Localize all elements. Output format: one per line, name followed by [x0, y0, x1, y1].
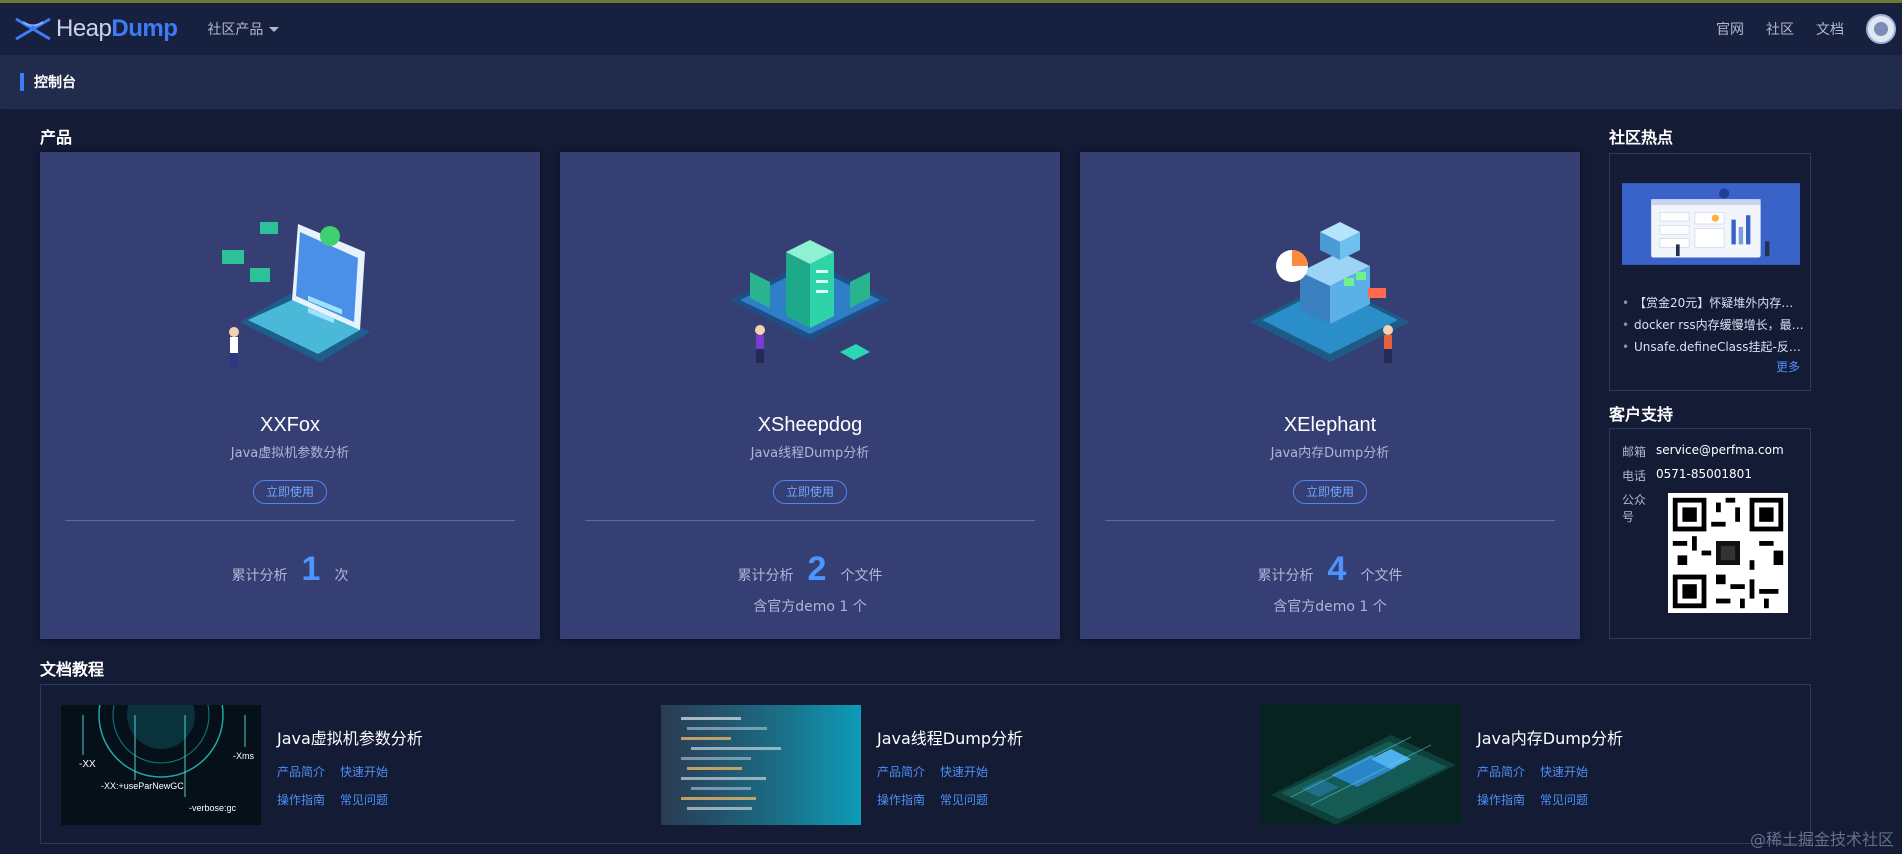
support-phone-row: 电话 0571-85001801 — [1622, 467, 1752, 484]
logo-text-heap: Heap — [56, 15, 112, 42]
stat-prefix: 累计分析 — [1257, 568, 1314, 584]
logo-mark-icon — [15, 17, 51, 41]
support-email-row: 邮箱 service@perfma.com — [1622, 443, 1784, 460]
database-illustration-icon — [1250, 222, 1410, 363]
card-divider — [585, 520, 1035, 521]
doc-title[interactable]: Java线程Dump分析 — [877, 725, 1023, 749]
card-divider — [65, 520, 515, 521]
nav-link-docs[interactable]: 文档 — [1816, 19, 1844, 39]
community-products-label: 社区产品 — [207, 22, 264, 38]
community-hot-panel: 【赏金20元】怀疑堆外内存泄漏，烦请... docker rss内存缓慢增长，最… — [1609, 153, 1811, 391]
nav-link-community[interactable]: 社区 — [1766, 19, 1794, 39]
doc-title[interactable]: Java虚拟机参数分析 — [277, 725, 423, 749]
heapdump-logo[interactable]: HeapDump — [14, 15, 178, 43]
card-divider — [1105, 520, 1555, 521]
more-link[interactable]: 更多 — [1776, 358, 1800, 375]
phone-value: 0571-85001801 — [1656, 467, 1752, 481]
support-title: 客户支持 — [1609, 405, 1674, 424]
hot-topic-item[interactable]: docker rss内存缓慢增长，最终导致tomc... — [1620, 314, 1804, 336]
thumb-label-verbose: -verbose:gc — [189, 803, 237, 813]
product-description: Java虚拟机参数分析 — [230, 446, 350, 461]
community-hot-list: 【赏金20元】怀疑堆外内存泄漏，烦请... docker rss内存缓慢增长，最… — [1620, 292, 1804, 358]
doc-link-quickstart[interactable]: 快速开始 — [340, 763, 388, 780]
nav-link-official-site[interactable]: 官网 — [1716, 19, 1744, 39]
hot-topic-item[interactable]: 【赏金20元】怀疑堆外内存泄漏，烦请... — [1620, 292, 1804, 314]
user-avatar[interactable] — [1866, 14, 1896, 44]
caret-down-icon — [269, 26, 280, 32]
docs-section-title: 文档教程 — [40, 660, 105, 679]
breadcrumb-marker — [20, 73, 24, 91]
stat-prefix: 累计分析 — [737, 568, 794, 584]
doc-link-intro[interactable]: 产品简介 — [877, 763, 925, 780]
products-section-title: 产品 — [40, 128, 73, 147]
wechat-qr-code — [1668, 493, 1788, 613]
support-wechat-row: 公众号 — [1622, 491, 1656, 525]
doc-link-intro[interactable]: 产品简介 — [277, 763, 325, 780]
doc-thumbnail-jvm[interactable]: -XX -Xms -XX:+useParNewGC -verbose:gc — [61, 705, 261, 825]
stat-count: 4 — [1327, 550, 1347, 588]
doc-link-quickstart[interactable]: 快速开始 — [940, 763, 988, 780]
email-label: 邮箱 — [1622, 445, 1647, 459]
top-navbar: HeapDump 社区产品 官网 社区 文档 — [0, 3, 1902, 55]
product-card-xxfox: XXFox Java虚拟机参数分析 立即使用 累计分析 1 次 — [40, 152, 540, 639]
page-title: 控制台 — [34, 75, 76, 91]
product-card-xsheepdog: XSheepdog Java线程Dump分析 立即使用 累计分析 2 个文件 含… — [560, 152, 1060, 639]
customer-support-panel: 邮箱 service@perfma.com 电话 0571-85001801 公… — [1609, 428, 1811, 639]
stat-count: 1 — [301, 550, 321, 588]
product-name: XElephant — [1283, 414, 1377, 436]
thumb-label-xx: -XX — [79, 759, 96, 770]
use-now-button-xsheepdog[interactable]: 立即使用 — [772, 480, 848, 504]
doc-link-guide[interactable]: 操作指南 — [1477, 791, 1525, 808]
doc-link-quickstart[interactable]: 快速开始 — [1540, 763, 1588, 780]
stat-suffix: 个文件 — [840, 568, 883, 584]
product-card-xelephant: XElephant Java内存Dump分析 立即使用 累计分析 4 个文件 含… — [1080, 152, 1580, 639]
doc-title[interactable]: Java内存Dump分析 — [1477, 725, 1623, 749]
doc-link-faq[interactable]: 常见问题 — [1540, 791, 1588, 808]
doc-link-intro[interactable]: 产品简介 — [1477, 763, 1525, 780]
product-name: XSheepdog — [757, 414, 863, 436]
doc-link-guide[interactable]: 操作指南 — [877, 791, 925, 808]
thumb-label-xms: -Xms — [233, 751, 254, 761]
product-description: Java内存Dump分析 — [1270, 446, 1390, 461]
community-banner-image[interactable] — [1622, 168, 1800, 280]
product-name: XXFox — [259, 414, 321, 436]
stat-suffix: 个文件 — [1360, 568, 1403, 584]
doc-link-faq[interactable]: 常见问题 — [940, 791, 988, 808]
email-value[interactable]: service@perfma.com — [1656, 443, 1784, 460]
use-now-button-xxfox[interactable]: 立即使用 — [252, 480, 328, 504]
stat-suffix: 次 — [334, 568, 349, 584]
avatar-figure-icon — [1874, 22, 1888, 36]
doc-thumbnail-thread[interactable] — [661, 705, 861, 825]
stat-sub-note: 含官方demo 1 个 — [1273, 599, 1387, 615]
community-products-dropdown[interactable]: 社区产品 — [207, 19, 280, 39]
stat-prefix: 累计分析 — [231, 568, 288, 584]
watermark: @稀土掘金技术社区 — [1749, 830, 1894, 849]
product-description: Java线程Dump分析 — [750, 446, 870, 461]
laptop-illustration-icon — [222, 222, 370, 367]
phone-label: 电话 — [1622, 469, 1647, 483]
stat-count: 2 — [807, 550, 827, 588]
doc-card-thread: Java线程Dump分析 产品简介 快速开始 操作指南 常见问题 — [661, 705, 1221, 825]
breadcrumb: 控制台 — [0, 55, 1902, 109]
doc-link-faq[interactable]: 常见问题 — [340, 791, 388, 808]
wechat-label: 公众号 — [1622, 493, 1647, 524]
doc-card-memory: Java内存Dump分析 产品简介 快速开始 操作指南 常见问题 — [1261, 705, 1821, 825]
thumb-label-parnew: -XX:+useParNewGC — [101, 781, 184, 791]
doc-card-jvm: -XX -Xms -XX:+useParNewGC -verbose:gc Ja… — [61, 705, 621, 825]
stat-sub-note: 含官方demo 1 个 — [753, 599, 867, 615]
server-illustration-icon — [730, 240, 890, 363]
usage-stat: 累计分析 2 个文件 — [560, 550, 1060, 589]
hot-topic-item[interactable]: Unsafe.defineClass挂起-反射速度慢 — [1620, 336, 1804, 358]
use-now-button-xelephant[interactable]: 立即使用 — [1292, 480, 1368, 504]
docs-panel: -XX -Xms -XX:+useParNewGC -verbose:gc Ja… — [40, 684, 1811, 844]
usage-stat: 累计分析 1 次 — [40, 550, 540, 589]
doc-thumbnail-memory[interactable] — [1261, 705, 1461, 825]
usage-stat: 累计分析 4 个文件 — [1080, 550, 1580, 589]
doc-link-guide[interactable]: 操作指南 — [277, 791, 325, 808]
community-hot-title: 社区热点 — [1609, 128, 1674, 147]
logo-text-dump: Dump — [111, 15, 178, 42]
